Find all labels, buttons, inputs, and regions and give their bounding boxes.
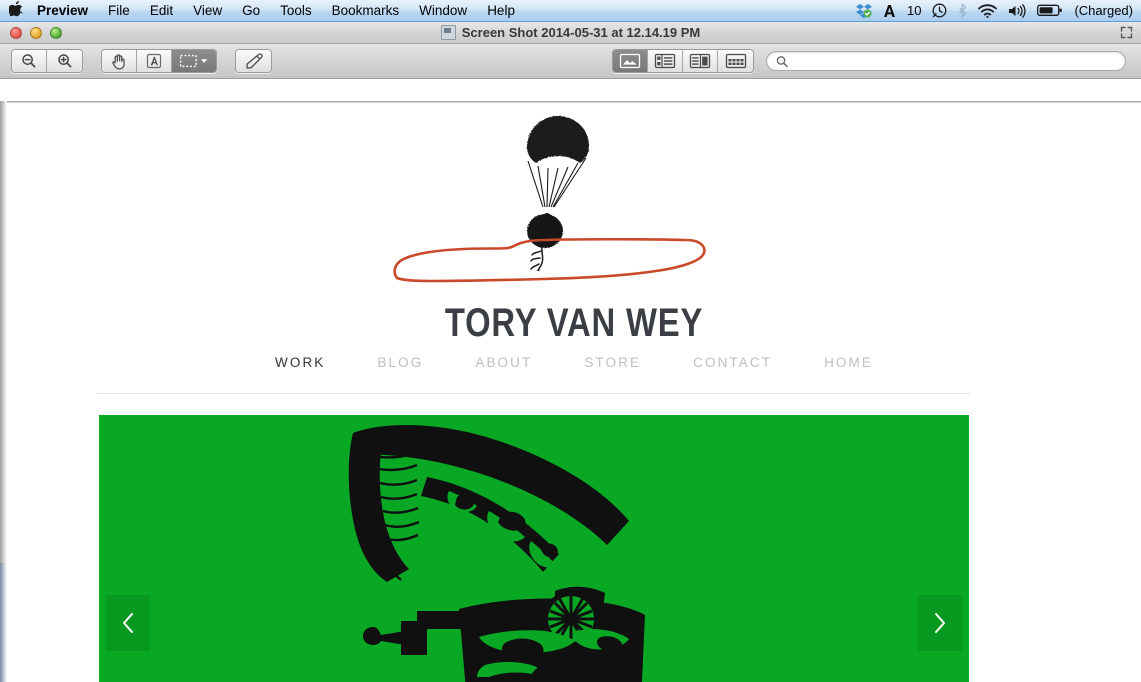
- markup-tool-button[interactable]: [236, 50, 271, 72]
- slideshow-prev-button[interactable]: [106, 595, 150, 651]
- zoom-out-icon: [22, 54, 36, 68]
- fullscreen-button[interactable]: [1120, 26, 1133, 39]
- hand-scroll-icon: [112, 53, 125, 70]
- view-thumbnails-button[interactable]: [648, 50, 683, 72]
- zoom-out-button[interactable]: [12, 50, 47, 72]
- view-content-only-button[interactable]: [613, 50, 648, 72]
- preview-document-icon: [440, 25, 456, 40]
- menu-item-help[interactable]: Help: [477, 0, 525, 22]
- window-title-text: Screen Shot 2014-05-31 at 12.14.19 PM: [461, 25, 701, 40]
- nav-item-store[interactable]: STORE: [558, 355, 667, 370]
- parachuting-beet-illustration: [527, 116, 589, 271]
- adobe-app-icon[interactable]: [883, 4, 896, 18]
- preview-window: Screen Shot 2014-05-31 at 12.14.19 PM TO…: [0, 22, 1141, 682]
- nav-item-contact[interactable]: CONTACT: [667, 355, 798, 370]
- search-icon: [776, 55, 788, 67]
- mac-menu-bar: Preview File Edit View Go Tools Bookmark…: [0, 0, 1141, 22]
- view-contact-sheet-icon: [725, 53, 746, 69]
- menu-item-window[interactable]: Window: [409, 0, 477, 22]
- document-viewport: TORY VAN WEY WORK BLOG ABOUT STORE CONTA…: [0, 101, 1141, 682]
- view-table-of-contents-icon: [689, 53, 711, 69]
- zoom-button-group: [11, 49, 83, 73]
- window-title-bar[interactable]: Screen Shot 2014-05-31 at 12.14.19 PM: [0, 22, 1141, 44]
- text-select-icon: [146, 53, 162, 69]
- battery-status-label: (Charged): [1074, 3, 1133, 18]
- rectangular-selection-tool-button[interactable]: [172, 50, 216, 72]
- wifi-icon[interactable]: [978, 3, 998, 18]
- dropbox-sync-icon[interactable]: [855, 3, 872, 18]
- site-navigation: WORK BLOG ABOUT STORE CONTACT HOME: [7, 355, 1141, 370]
- gramophone-papercut-illustration: [348, 425, 645, 682]
- menu-item-bookmarks[interactable]: Bookmarks: [322, 0, 410, 22]
- markup-pen-icon: [245, 53, 263, 69]
- menu-item-tools[interactable]: Tools: [270, 0, 322, 22]
- menu-item-view[interactable]: View: [183, 0, 232, 22]
- text-select-tool-button[interactable]: [137, 50, 172, 72]
- chevron-down-icon: [201, 59, 208, 63]
- menu-item-preview[interactable]: Preview: [35, 0, 98, 22]
- search-input[interactable]: [793, 53, 1116, 69]
- document-left-edge-lower: [0, 563, 7, 682]
- rectangular-selection-icon: [179, 54, 197, 68]
- view-mode-group: [612, 49, 754, 73]
- menu-bar-status-area: 10 (Charged): [855, 3, 1141, 18]
- view-thumbnails-icon: [654, 53, 676, 69]
- screen: Preview File Edit View Go Tools Bookmark…: [0, 0, 1141, 682]
- scroll-tool-button[interactable]: [102, 50, 137, 72]
- apple-logo-icon[interactable]: [8, 1, 24, 18]
- site-brand-title: TORY VAN WEY: [444, 301, 704, 345]
- view-content-only-icon: [619, 53, 641, 69]
- search-field[interactable]: [766, 51, 1126, 71]
- slideshow-banner: [99, 415, 969, 682]
- zoom-in-icon: [57, 54, 71, 68]
- menu-item-edit[interactable]: Edit: [140, 0, 183, 22]
- nav-item-home[interactable]: HOME: [798, 355, 899, 370]
- menu-item-file[interactable]: File: [98, 0, 140, 22]
- zoom-in-button[interactable]: [47, 50, 82, 72]
- chevron-left-icon: [123, 613, 133, 633]
- nav-item-work[interactable]: WORK: [249, 355, 351, 370]
- nav-item-about[interactable]: ABOUT: [449, 355, 558, 370]
- menu-bar-left: Preview File Edit View Go Tools Bookmark…: [0, 0, 525, 22]
- preview-toolbar: [0, 44, 1141, 79]
- slideshow-next-button[interactable]: [918, 595, 962, 651]
- adobe-badge-count: 10: [907, 3, 922, 18]
- battery-icon[interactable]: [1037, 4, 1063, 17]
- markup-button-group: [235, 49, 272, 73]
- menu-item-go[interactable]: Go: [232, 0, 270, 22]
- view-table-of-contents-button[interactable]: [683, 50, 718, 72]
- tool-button-group: [101, 49, 217, 73]
- bluetooth-icon[interactable]: [958, 3, 967, 18]
- window-title: Screen Shot 2014-05-31 at 12.14.19 PM: [0, 25, 1141, 40]
- header-divider: [97, 393, 970, 394]
- captured-web-page: TORY VAN WEY WORK BLOG ABOUT STORE CONTA…: [7, 103, 1141, 682]
- chevron-right-icon: [935, 613, 945, 633]
- nav-item-blog[interactable]: BLOG: [351, 355, 449, 370]
- time-machine-icon[interactable]: [932, 3, 947, 18]
- volume-icon[interactable]: [1008, 3, 1027, 18]
- view-contact-sheet-button[interactable]: [718, 50, 753, 72]
